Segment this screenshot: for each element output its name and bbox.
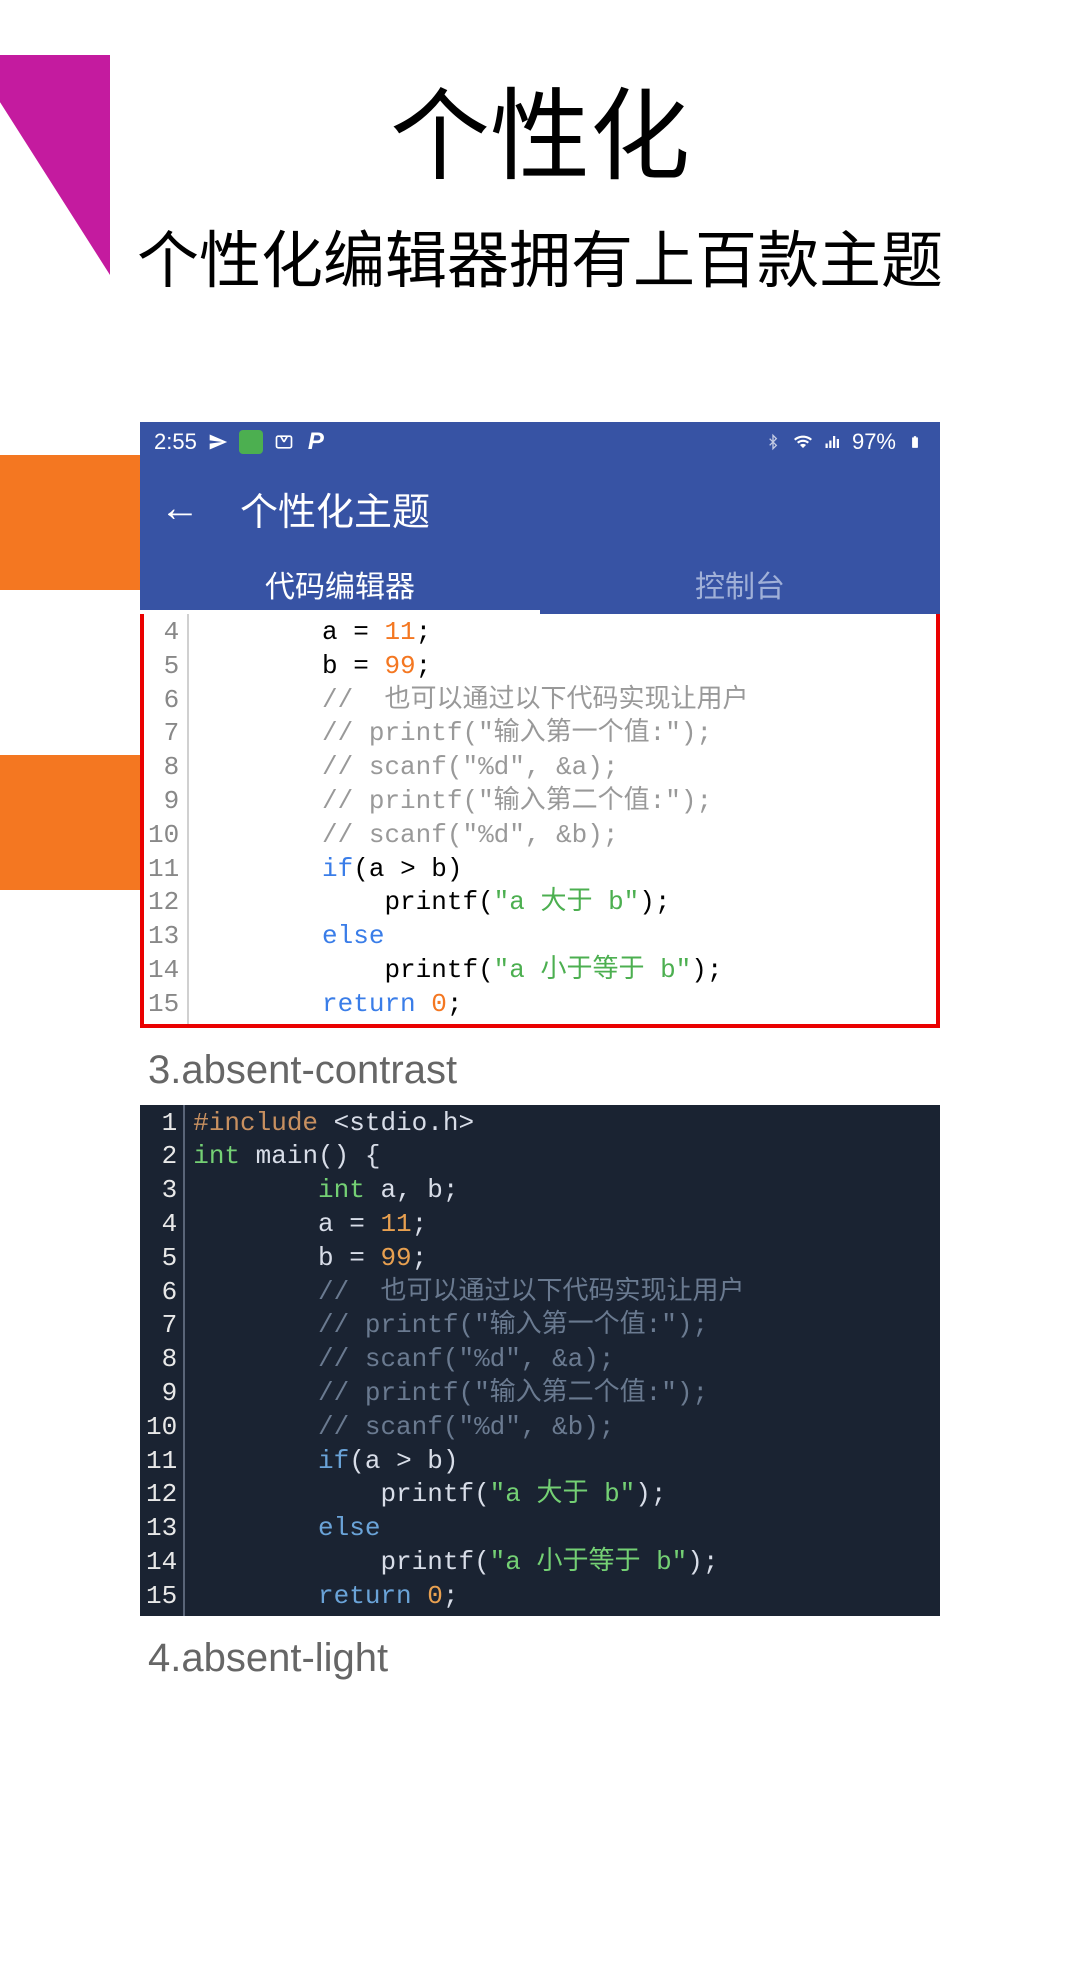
app-bar-title: 个性化主题 xyxy=(240,481,430,536)
battery-percent: 97% xyxy=(852,429,896,455)
app-bar: ← 个性化主题 xyxy=(140,462,940,554)
wifi-icon xyxy=(792,431,814,453)
decorative-triangle xyxy=(0,55,110,275)
code-preview-light[interactable]: 4 5 6 7 8 9 10 11 12 13 14 15 a = 11; b … xyxy=(140,614,940,1028)
telegram-icon xyxy=(207,431,229,453)
signal-icon xyxy=(822,431,844,453)
message-icon xyxy=(273,431,295,453)
tab-label: 控制台 xyxy=(695,562,785,606)
line-numbers: 4 5 6 7 8 9 10 11 12 13 14 15 xyxy=(144,614,189,1024)
tab-code-editor[interactable]: 代码编辑器 xyxy=(140,554,540,614)
code-content: a = 11; b = 99; // 也可以通过以下代码实现让用户 // pri… xyxy=(189,614,756,1024)
p-icon: P xyxy=(305,431,327,453)
status-time: 2:55 xyxy=(154,429,197,455)
code-preview-dark[interactable]: 1 2 3 4 5 6 7 8 9 10 11 12 13 14 15 #inc… xyxy=(140,1105,940,1616)
theme-label-4[interactable]: 4.absent-light xyxy=(140,1616,940,1693)
code-content: #include <stdio.h> int main() { int a, b… xyxy=(185,1105,752,1616)
status-bar: 2:55 P 97% xyxy=(140,422,940,462)
back-arrow-icon[interactable]: ← xyxy=(160,486,200,531)
bluetooth-icon xyxy=(762,431,784,453)
phone-screenshot: 2:55 P 97% ← xyxy=(140,422,940,1693)
tab-console[interactable]: 控制台 xyxy=(540,554,940,614)
page-title: 个性化 xyxy=(0,55,1080,200)
theme-label-3[interactable]: 3.absent-contrast xyxy=(140,1028,940,1105)
battery-icon xyxy=(904,431,926,453)
tab-label: 代码编辑器 xyxy=(265,562,415,606)
app-icon xyxy=(239,430,263,454)
page-subtitle: 个性化编辑器拥有上百款主题 xyxy=(0,210,1080,300)
line-numbers: 1 2 3 4 5 6 7 8 9 10 11 12 13 14 15 xyxy=(140,1105,185,1616)
tabs: 代码编辑器 控制台 xyxy=(140,554,940,614)
